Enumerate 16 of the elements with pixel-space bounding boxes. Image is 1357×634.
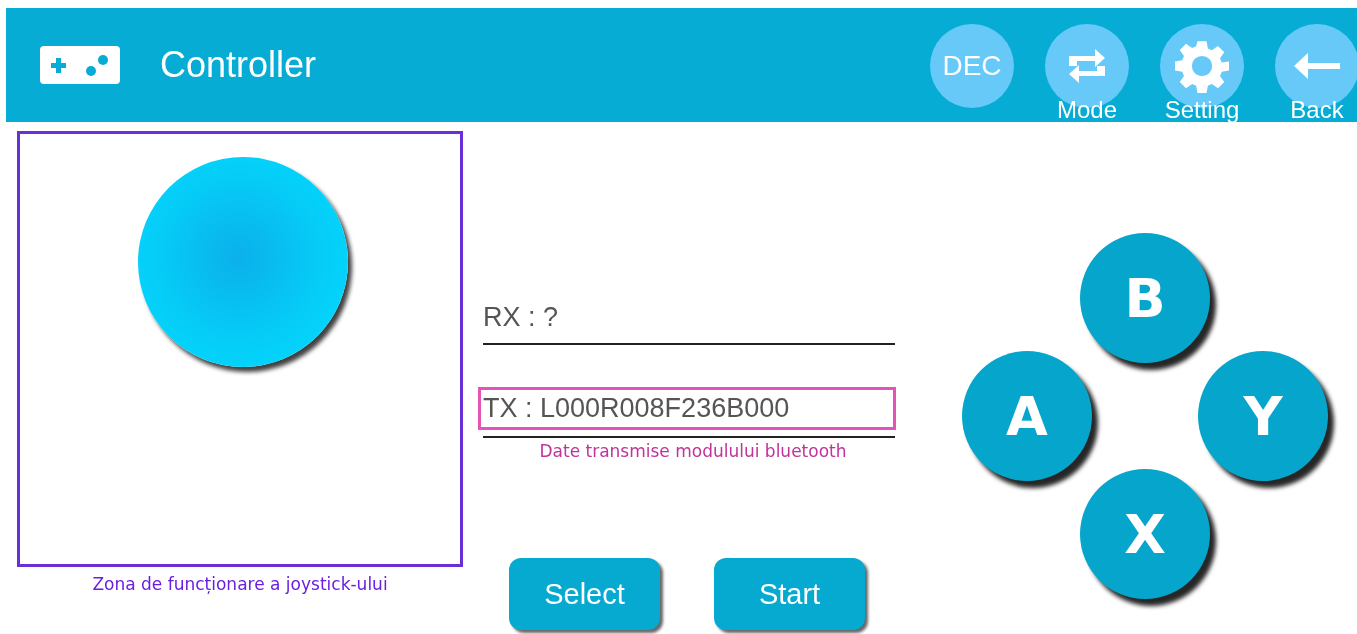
joystick-caption: Zona de funcționare a joystick-ului bbox=[92, 574, 388, 594]
gamepad-icon bbox=[40, 46, 120, 84]
dec-button[interactable]: DEC bbox=[930, 24, 1014, 108]
face-button[interactable]: B bbox=[1080, 233, 1210, 363]
rx-field: RX : ? bbox=[483, 302, 895, 345]
joystick-area[interactable] bbox=[17, 131, 463, 567]
face-button[interactable]: Y bbox=[1198, 351, 1328, 481]
start-button[interactable]: Start bbox=[714, 558, 865, 630]
app-title: Controller bbox=[160, 44, 317, 86]
select-button[interactable]: Select bbox=[509, 558, 660, 630]
tx-field: TX : L000R008F236B000 bbox=[478, 387, 896, 430]
settings-icon bbox=[1175, 39, 1229, 93]
face-button[interactable]: A bbox=[962, 351, 1092, 481]
face-button[interactable]: X bbox=[1080, 469, 1210, 599]
back-arrow-icon bbox=[1292, 51, 1342, 81]
tx-caption: Date transmise modulului bluetooth bbox=[539, 441, 847, 461]
